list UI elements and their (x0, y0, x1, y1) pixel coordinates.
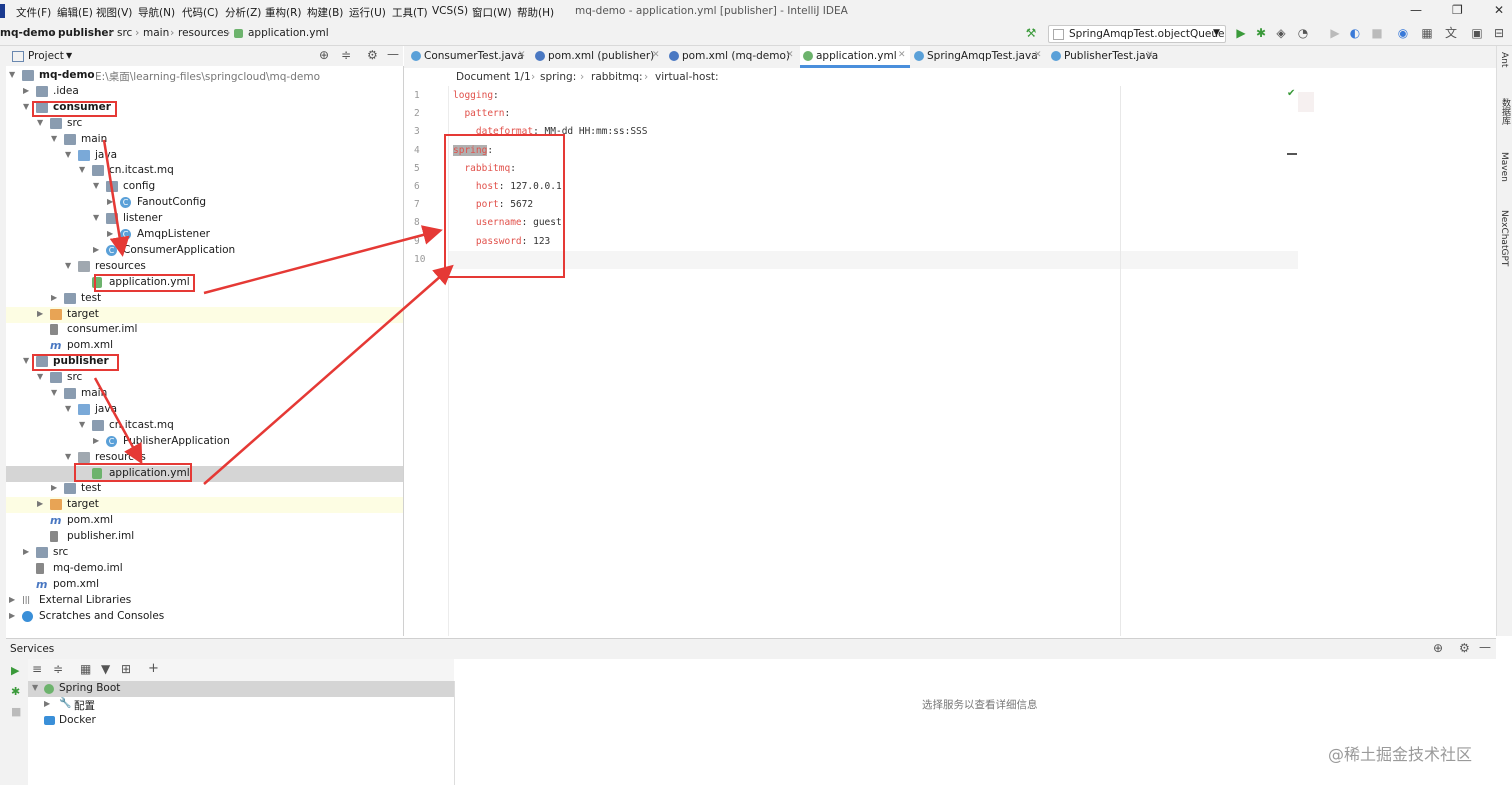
annotation-arrow (102, 139, 130, 257)
annotation-arrow (203, 264, 454, 485)
annotation-arrow (93, 377, 143, 465)
annotation-arrows (93, 139, 454, 485)
annotation-arrow (203, 225, 443, 295)
